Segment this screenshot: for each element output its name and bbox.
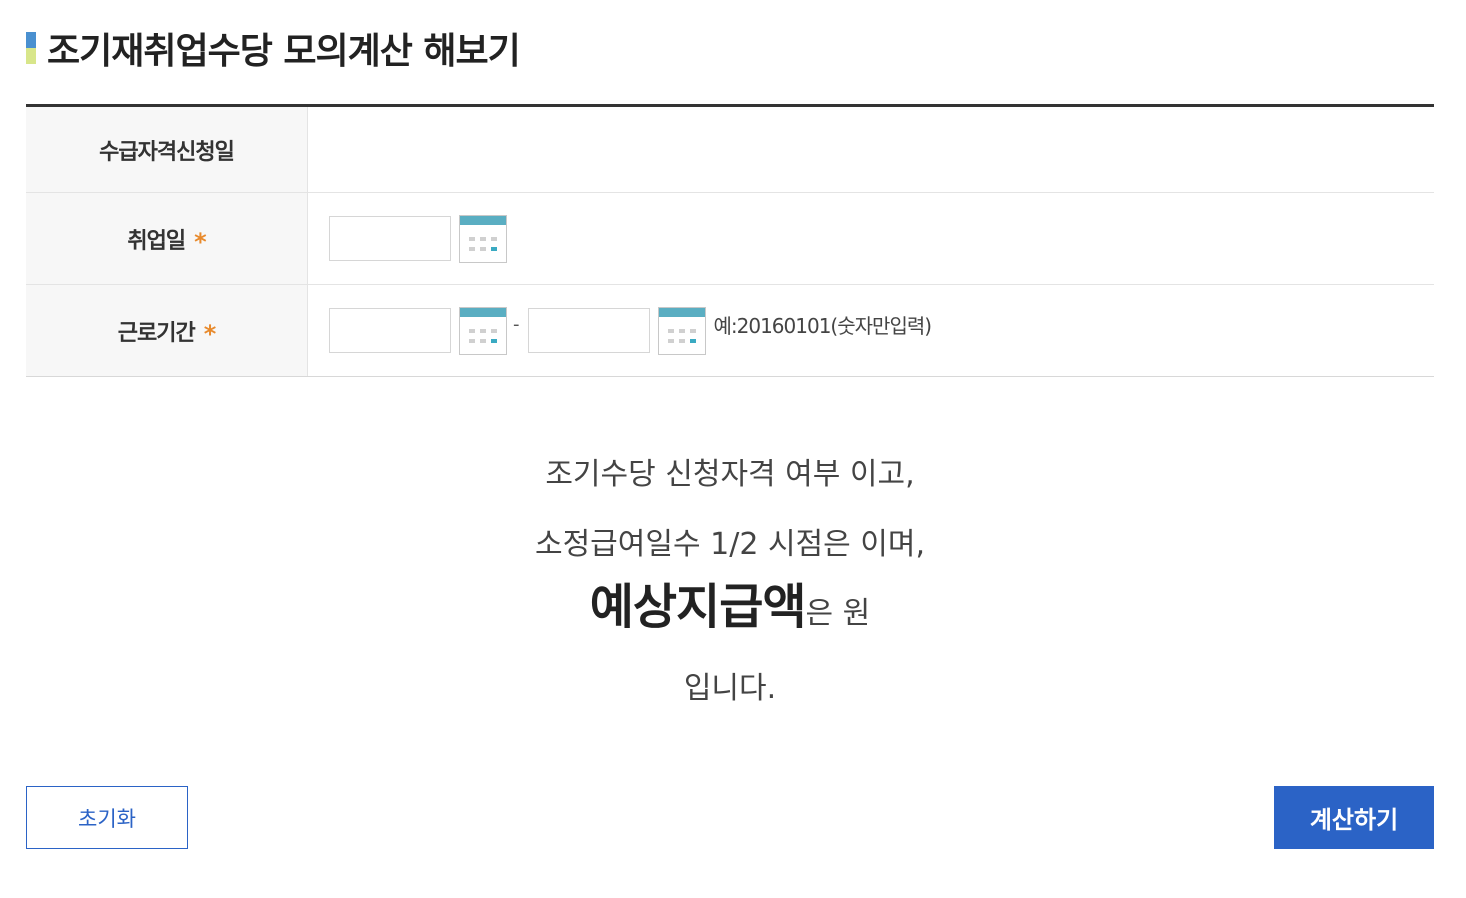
employment-date-input[interactable]: [329, 216, 451, 261]
calendar-icon[interactable]: [459, 214, 507, 263]
calendar-dot: [480, 246, 486, 251]
work-period-end-input[interactable]: [527, 308, 650, 353]
page-title: 조기재취업수당 모의계산 해보기: [47, 31, 521, 72]
calendar-dot: [667, 328, 674, 333]
result-eligibility: 조기수당 신청자격 여부 이고,: [545, 457, 915, 492]
form-row-employment-date: 취업일 *: [26, 193, 1434, 285]
calendar-header: [658, 307, 705, 317]
employment-date-field: [308, 193, 1434, 284]
calendar-dot: [678, 328, 685, 333]
work-period-start-input[interactable]: [329, 308, 451, 353]
date-format-hint: 예:20160101(숫자만입력): [713, 314, 933, 338]
form-label-employment-date: 취업일 *: [26, 193, 308, 284]
calendar-dot: [469, 236, 475, 241]
work-period-field: - 예:20160101(숫자만입력): [308, 285, 1434, 376]
range-separator: -: [513, 314, 520, 335]
calendar-dot-today: [491, 246, 497, 251]
calendar-dot: [491, 328, 497, 333]
application-date-label: 수급자격신청일: [99, 139, 235, 165]
calculate-button[interactable]: 계산하기: [1274, 786, 1434, 849]
calendar-dot-today: [689, 338, 696, 343]
calendar-dot: [491, 236, 497, 241]
title-accent-top: [26, 32, 36, 48]
title-accent-bar: [26, 32, 36, 64]
result-half-point: 소정급여일수 1/2 시점은 이며,: [534, 527, 926, 562]
calendar-dot: [469, 246, 475, 251]
calendar-dot: [469, 338, 475, 343]
reset-button[interactable]: 초기화: [26, 786, 188, 849]
expected-amount-suffix: 은 원: [805, 596, 871, 631]
calendar-dot-today: [491, 338, 497, 343]
calendar-icon[interactable]: [657, 306, 706, 355]
title-accent-bottom: [26, 48, 36, 64]
application-date-value: [308, 107, 1434, 192]
work-period-label: 근로기간: [117, 320, 196, 346]
required-star: *: [194, 227, 207, 256]
calendar-dot: [469, 328, 475, 333]
employment-date-label: 취업일: [127, 228, 186, 254]
result-ending: 입니다.: [683, 671, 777, 706]
calendar-header: [460, 215, 506, 225]
calendar-dot: [480, 338, 486, 343]
required-star: *: [203, 319, 217, 348]
calendar-dot: [667, 338, 674, 343]
calendar-dot: [678, 338, 685, 343]
form-row-application-date: 수급자격신청일: [26, 107, 1434, 193]
form-row-work-period: 근로기간 * - 예:20160101(숫자만입력): [26, 285, 1434, 376]
calculator-form: 수급자격신청일 취업일 * 근로기간 * - 예:20160101(숫자만입력): [26, 104, 1434, 377]
page-header: 조기재취업수당 모의계산 해보기: [26, 22, 521, 74]
calendar-icon[interactable]: [459, 306, 507, 355]
calendar-dot: [480, 236, 486, 241]
form-label-application-date: 수급자격신청일: [26, 107, 308, 192]
calendar-dot: [480, 328, 486, 333]
calendar-dot: [689, 328, 696, 333]
result-expected-amount: 예상지급액은 원: [26, 583, 1434, 631]
expected-amount-label: 예상지급액: [589, 579, 807, 635]
form-label-work-period: 근로기간 *: [26, 285, 308, 376]
calendar-header: [460, 307, 506, 317]
